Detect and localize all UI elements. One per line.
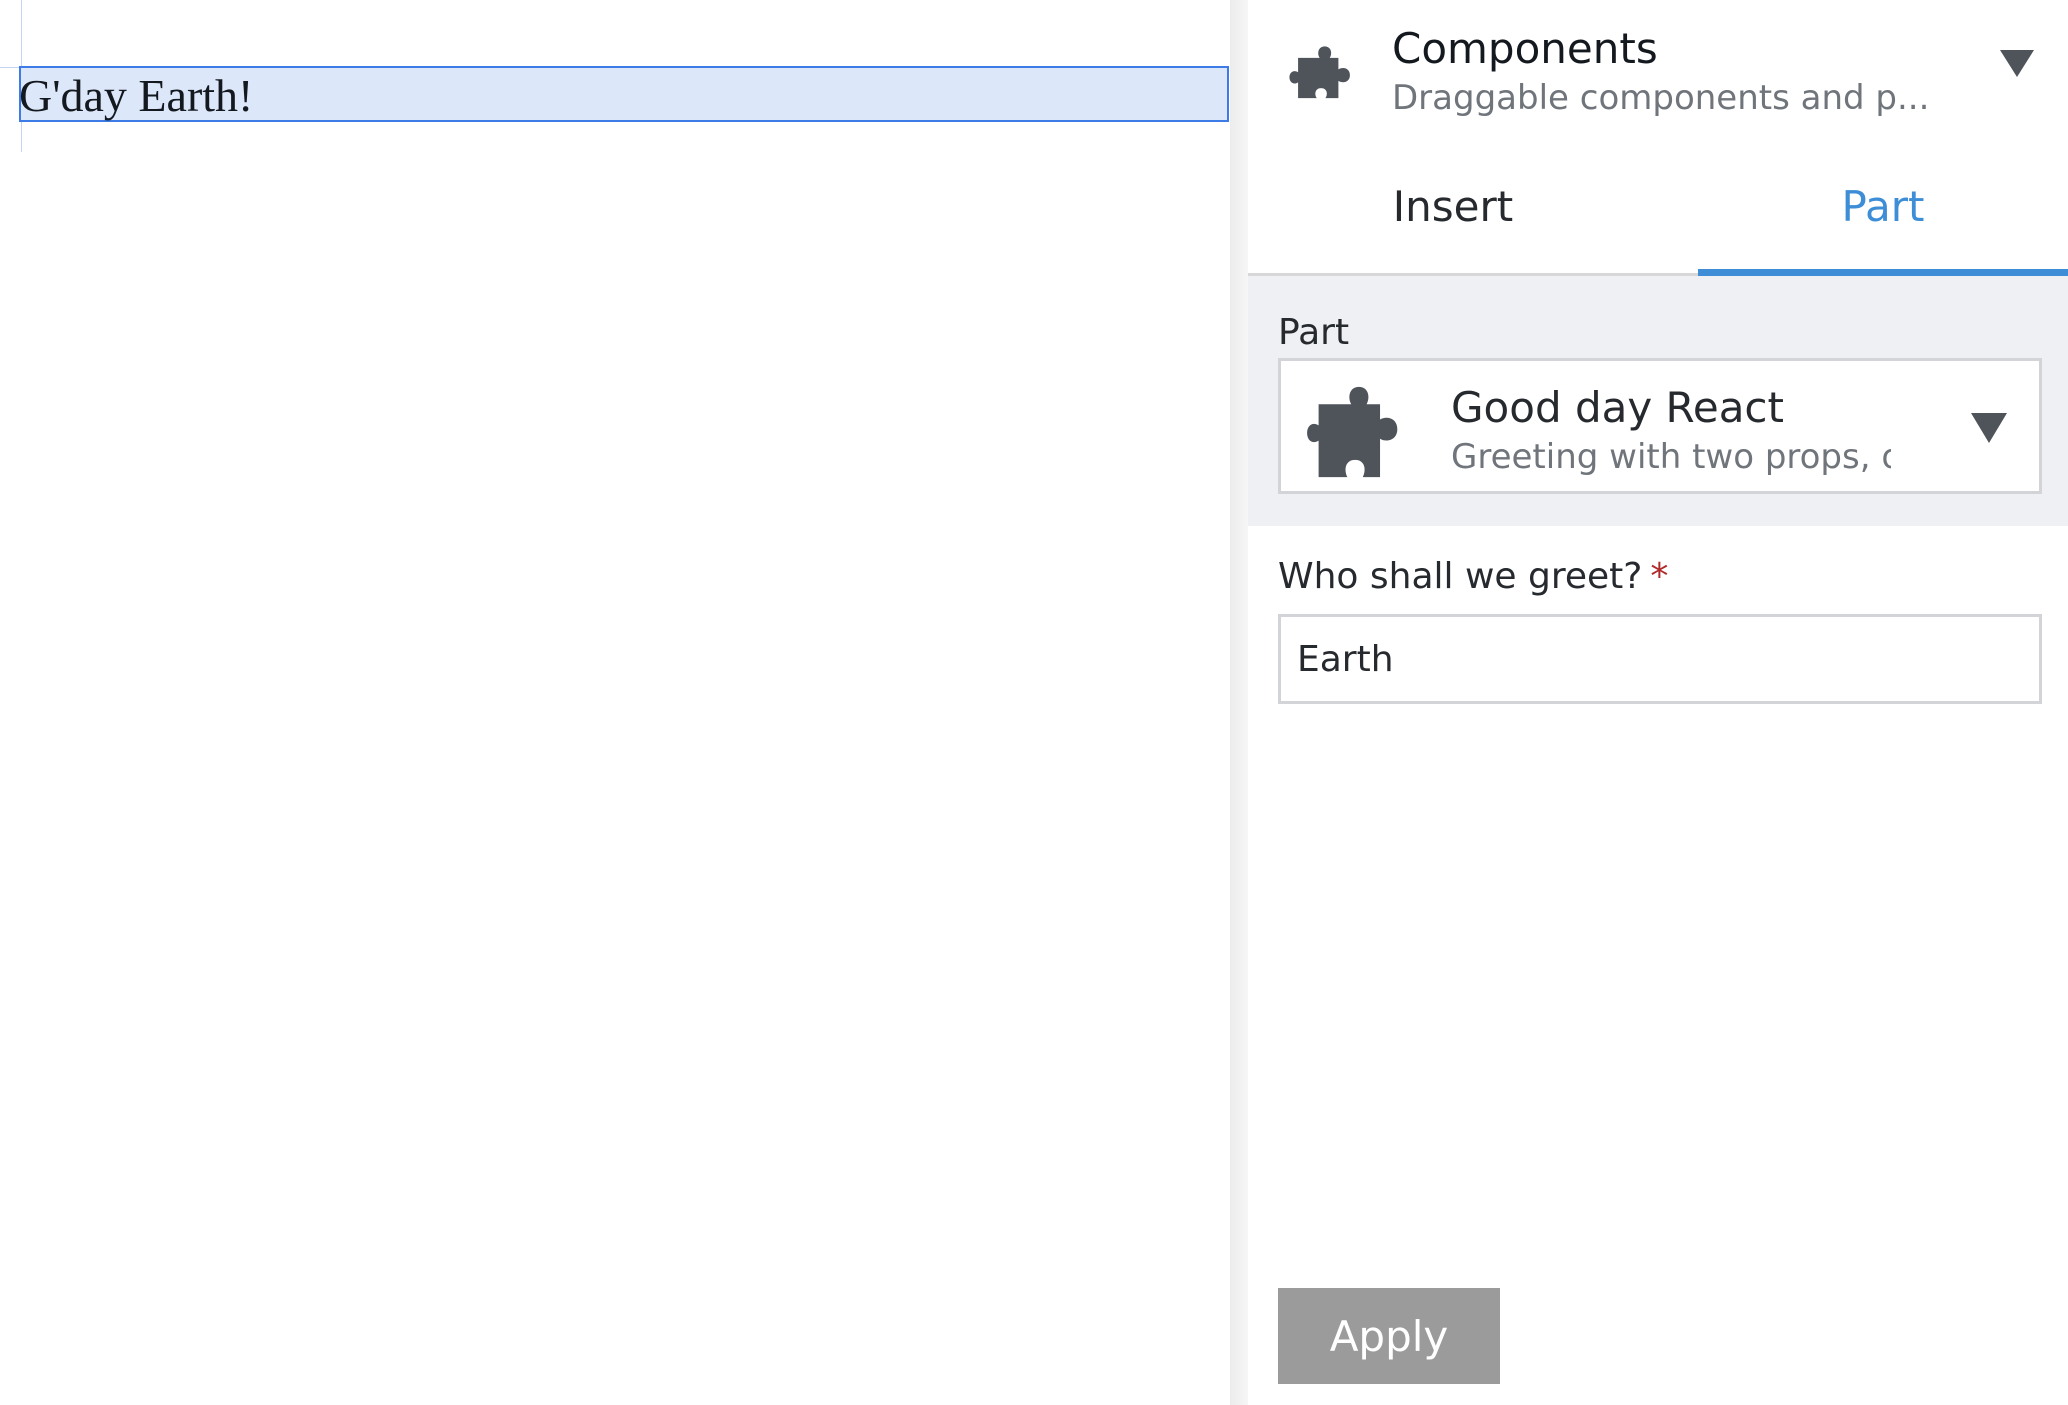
components-sidebar: Components Draggable components and p...… [1248, 0, 2068, 1405]
tab-insert[interactable]: Insert [1248, 148, 1658, 276]
tab-part[interactable]: Part [1698, 148, 2068, 279]
sidebar-title: Components [1392, 24, 1658, 73]
part-label: Part [1278, 312, 1350, 353]
sidebar-tabs: Insert Part [1248, 148, 2068, 279]
chevron-down-icon[interactable] [2000, 50, 2034, 77]
part-section: Part Good day React Greeting with two pr… [1248, 276, 2068, 526]
greet-field-label-text: Who shall we greet? [1278, 556, 1643, 597]
guide-line-horizontal [0, 67, 21, 68]
greet-input[interactable] [1278, 614, 2042, 704]
part-select-description: Greeting with two props, o... [1451, 437, 1891, 477]
chevron-down-icon[interactable] [1971, 413, 2007, 443]
greet-field-label: Who shall we greet? * [1278, 556, 1668, 597]
puzzle-piece-icon [1289, 46, 1350, 99]
part-select-title: Good day React [1451, 383, 1784, 432]
editor-canvas[interactable]: G'day Earth! [0, 0, 1230, 1405]
sidebar-header: Components Draggable components and p... [1248, 0, 2068, 148]
selected-component-text[interactable]: G'day Earth! [19, 66, 253, 122]
part-select-dropdown[interactable]: Good day React Greeting with two props, … [1278, 358, 2042, 494]
sidebar-subtitle: Draggable components and p... [1392, 78, 1930, 118]
apply-button[interactable]: Apply [1278, 1288, 1500, 1384]
sidebar-shadow [1230, 0, 1248, 1405]
required-marker: * [1650, 556, 1669, 597]
puzzle-piece-icon [1307, 386, 1398, 478]
